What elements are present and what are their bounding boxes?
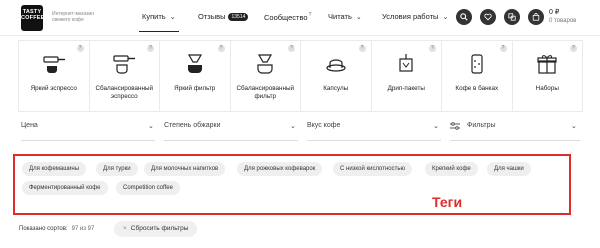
tagline: Интернет-магазин свежего кофе xyxy=(52,11,94,23)
category-row: ? Яркий эспрессо ? Сбалансированный эспр… xyxy=(18,40,583,112)
can-icon xyxy=(471,54,483,74)
tag-turka[interactable]: Для турки xyxy=(96,162,138,176)
category-label: Сбалансированный фильтр xyxy=(236,85,295,100)
help-icon[interactable]: ? xyxy=(288,45,295,52)
cart-price: 0 ₽ xyxy=(549,9,560,16)
category-cans[interactable]: ? Кофе в банках xyxy=(442,41,513,111)
nav-buy[interactable]: Купить ⌄ xyxy=(139,12,179,32)
roast-filter-underline xyxy=(164,140,298,141)
filter-cup-icon xyxy=(257,54,273,74)
category-balanced-espresso[interactable]: ? Сбалансированный эспрессо xyxy=(90,41,160,111)
reset-filters-label: Сбросить фильтры xyxy=(130,225,189,232)
search-button[interactable] xyxy=(456,9,472,25)
tag-espresso-makers[interactable]: Для рожковых кофеварок xyxy=(237,162,323,176)
help-icon[interactable]: ? xyxy=(76,45,84,52)
category-balanced-filter[interactable]: ? Сбалансированный фильтр xyxy=(231,41,301,111)
tag-fermented[interactable]: Ферментированный кофе xyxy=(22,181,108,195)
category-drip-bags[interactable]: ? Дрип-пакеты xyxy=(372,41,442,111)
chevron-down-icon: ⌄ xyxy=(355,14,362,21)
compare-icon xyxy=(508,13,516,21)
category-bright-filter[interactable]: ? Яркий фильтр xyxy=(160,41,231,111)
nav-buy-label: Купить xyxy=(142,12,166,21)
logo-text: TASTY COFFEE xyxy=(21,9,45,21)
nav-reviews[interactable]: Отзывы 13514 xyxy=(198,12,249,21)
help-icon[interactable]: ? xyxy=(147,45,154,52)
results-count: Показано сортов: 97 из 97 xyxy=(19,226,94,232)
site-header: TASTY COFFEE Интернет-магазин свежего ко… xyxy=(0,0,600,36)
help-icon[interactable]: ? xyxy=(570,45,577,52)
nav-terms-label: Условия работы xyxy=(382,12,439,21)
category-label: Сбалансированный эспрессо xyxy=(95,85,154,100)
tags-annotation: Теги xyxy=(432,194,463,210)
chevron-down-icon: ⌄ xyxy=(169,14,176,21)
tag-coffee-machine[interactable]: Для кофемашины xyxy=(22,162,87,176)
cart-summary[interactable]: 0 ₽ 0 товаров xyxy=(549,9,576,25)
reset-filters-button[interactable]: × Сбросить фильтры xyxy=(114,221,198,237)
sliders-icon xyxy=(450,122,460,130)
close-icon: × xyxy=(123,225,127,232)
drip-bag-icon xyxy=(399,54,413,72)
tag-cup[interactable]: Для чашки xyxy=(487,162,531,176)
compare-button[interactable] xyxy=(504,9,520,25)
nav-terms[interactable]: Условия работы ⌄ xyxy=(382,12,448,21)
help-icon[interactable]: ? xyxy=(429,45,436,52)
price-filter[interactable]: Цена xyxy=(21,122,38,129)
results-label: Показано сортов: xyxy=(19,226,68,232)
nav-community[interactable]: Сообщество? xyxy=(264,12,311,22)
tag-low-acidity[interactable]: С низкой кислотностью xyxy=(333,162,412,176)
nav-reviews-label: Отзывы xyxy=(198,12,226,21)
more-filters-underline xyxy=(450,140,580,141)
category-sets[interactable]: ? Наборы xyxy=(513,41,583,111)
gift-box-icon xyxy=(537,55,557,74)
chevron-down-icon[interactable]: ⌄ xyxy=(148,122,154,130)
category-label: Наборы xyxy=(535,85,559,92)
tag-strong-coffee[interactable]: Крепкий кофе xyxy=(425,162,478,176)
category-label: Яркий эспрессо xyxy=(30,85,77,92)
espresso-portafilter-icon xyxy=(43,56,65,73)
roast-filter[interactable]: Степень обжарки xyxy=(164,122,220,129)
results-value: 97 из 97 xyxy=(71,226,95,232)
more-filters[interactable]: Фильтры xyxy=(467,122,496,129)
filter-dripper-icon xyxy=(187,54,202,73)
portafilter-cup-icon xyxy=(113,55,136,74)
capsule-icon xyxy=(326,59,346,72)
taste-filter-underline xyxy=(307,140,441,141)
nav-read[interactable]: Читать ⌄ xyxy=(328,12,362,21)
help-icon[interactable]: ? xyxy=(499,45,507,52)
nav-community-label: Сообщество xyxy=(264,13,308,22)
help-icon[interactable]: ? xyxy=(358,45,366,52)
chevron-down-icon[interactable]: ⌄ xyxy=(290,122,296,130)
taste-filter[interactable]: Вкус кофе xyxy=(307,122,340,129)
heart-icon xyxy=(484,13,492,21)
chevron-down-icon[interactable]: ⌄ xyxy=(433,122,439,130)
tag-milk-drinks[interactable]: Для молочных напитков xyxy=(144,162,226,176)
search-icon xyxy=(460,13,468,21)
category-label: Яркий фильтр xyxy=(174,85,216,92)
chevron-down-icon: ⌄ xyxy=(442,14,449,21)
price-filter-underline xyxy=(21,140,155,141)
tag-competition[interactable]: Competition coffee xyxy=(116,181,180,195)
cart-bag-icon xyxy=(532,13,540,21)
community-question-mark: ? xyxy=(308,12,312,18)
category-label: Кофе в банках xyxy=(455,85,499,92)
cart-button[interactable] xyxy=(528,9,544,25)
logo[interactable]: TASTY COFFEE xyxy=(21,5,45,31)
category-label: Капсулы xyxy=(323,85,349,92)
chevron-down-icon[interactable]: ⌄ xyxy=(571,122,577,130)
category-label: Дрип-пакеты xyxy=(387,85,425,92)
category-bright-espresso[interactable]: ? Яркий эспрессо xyxy=(18,41,90,111)
category-capsules[interactable]: ? Капсулы xyxy=(301,41,372,111)
favorites-button[interactable] xyxy=(480,9,496,25)
reviews-count-badge: 13514 xyxy=(228,13,249,21)
help-icon[interactable]: ? xyxy=(217,45,225,52)
cart-items-count: 0 товаров xyxy=(549,18,577,24)
nav-read-label: Читать xyxy=(328,12,352,21)
